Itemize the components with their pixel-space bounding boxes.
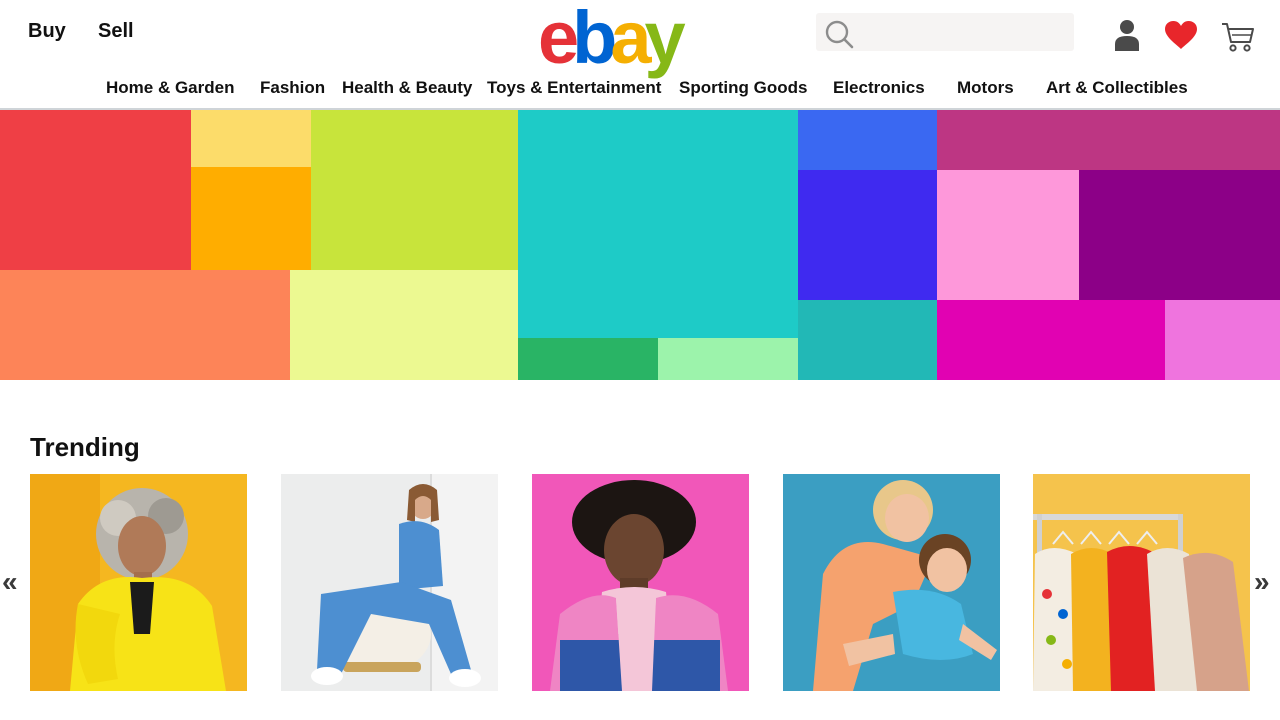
- buy-link[interactable]: Buy: [28, 20, 66, 43]
- nav-item-electronics[interactable]: Electronics: [833, 78, 925, 98]
- trending-card-woman-yellow-coat[interactable]: [30, 474, 247, 691]
- nav-item-home-garden[interactable]: Home & Garden: [106, 78, 234, 98]
- banner-tile[interactable]: [658, 338, 798, 380]
- nav-item-sporting-goods[interactable]: Sporting Goods: [679, 78, 807, 98]
- logo-letter-y: y: [644, 0, 686, 79]
- banner-tile[interactable]: [311, 110, 518, 270]
- nav-item-health-beauty[interactable]: Health & Beauty: [342, 78, 472, 98]
- banner-tile[interactable]: [191, 110, 311, 167]
- ebay-logo[interactable]: ebay: [538, 0, 686, 79]
- banner-tile[interactable]: [798, 110, 937, 170]
- banner-tile[interactable]: [937, 170, 1079, 300]
- banner-tile[interactable]: [0, 270, 290, 380]
- double-chevron-left-icon[interactable]: «: [2, 568, 18, 596]
- trending-card-kids-playing[interactable]: [783, 474, 1000, 691]
- logo-letter-e: e: [538, 0, 579, 79]
- product-image: [30, 474, 247, 691]
- banner-tile[interactable]: [0, 110, 191, 270]
- banner-tile[interactable]: [1079, 170, 1280, 300]
- cart-icon[interactable]: [1220, 20, 1256, 59]
- banner-tile[interactable]: [290, 270, 518, 380]
- top-bar: Buy Sell ebay: [0, 0, 1280, 78]
- banner-tile[interactable]: [518, 110, 798, 338]
- trending-card-woman-blue-tracksuit[interactable]: [281, 474, 498, 691]
- product-image: [532, 474, 749, 691]
- logo-letter-a: a: [610, 0, 651, 79]
- banner-tile[interactable]: [798, 300, 937, 380]
- heart-icon[interactable]: [1164, 20, 1198, 55]
- nav-item-toys-entertainment[interactable]: Toys & Entertainment: [487, 78, 661, 98]
- hero-banner: [0, 110, 1280, 380]
- banner-tile[interactable]: [937, 300, 1165, 380]
- nav-item-fashion[interactable]: Fashion: [260, 78, 325, 98]
- search-icon: [825, 20, 854, 49]
- nav-item-art-collectibles[interactable]: Art & Collectibles: [1046, 78, 1188, 98]
- trending-title: Trending: [30, 432, 140, 462]
- search-input[interactable]: [816, 13, 1074, 51]
- product-image: [1033, 474, 1250, 691]
- nav-item-motors[interactable]: Motors: [957, 78, 1014, 98]
- category-nav: Home & Garden Fashion Health & Beauty To…: [0, 78, 1280, 104]
- banner-tile[interactable]: [937, 110, 1280, 170]
- double-chevron-right-icon[interactable]: »: [1254, 568, 1270, 596]
- trending-card-man-pink-jacket[interactable]: [532, 474, 749, 691]
- banner-tile[interactable]: [798, 170, 937, 300]
- banner-tile[interactable]: [191, 167, 311, 270]
- user-icon[interactable]: [1113, 18, 1141, 57]
- banner-tile[interactable]: [1165, 300, 1280, 380]
- product-image: [783, 474, 1000, 691]
- logo-letter-b: b: [572, 0, 617, 79]
- banner-tile[interactable]: [518, 338, 658, 380]
- trending-card-sweaters-rack[interactable]: [1033, 474, 1250, 691]
- sell-link[interactable]: Sell: [98, 20, 134, 43]
- product-image: [281, 474, 498, 691]
